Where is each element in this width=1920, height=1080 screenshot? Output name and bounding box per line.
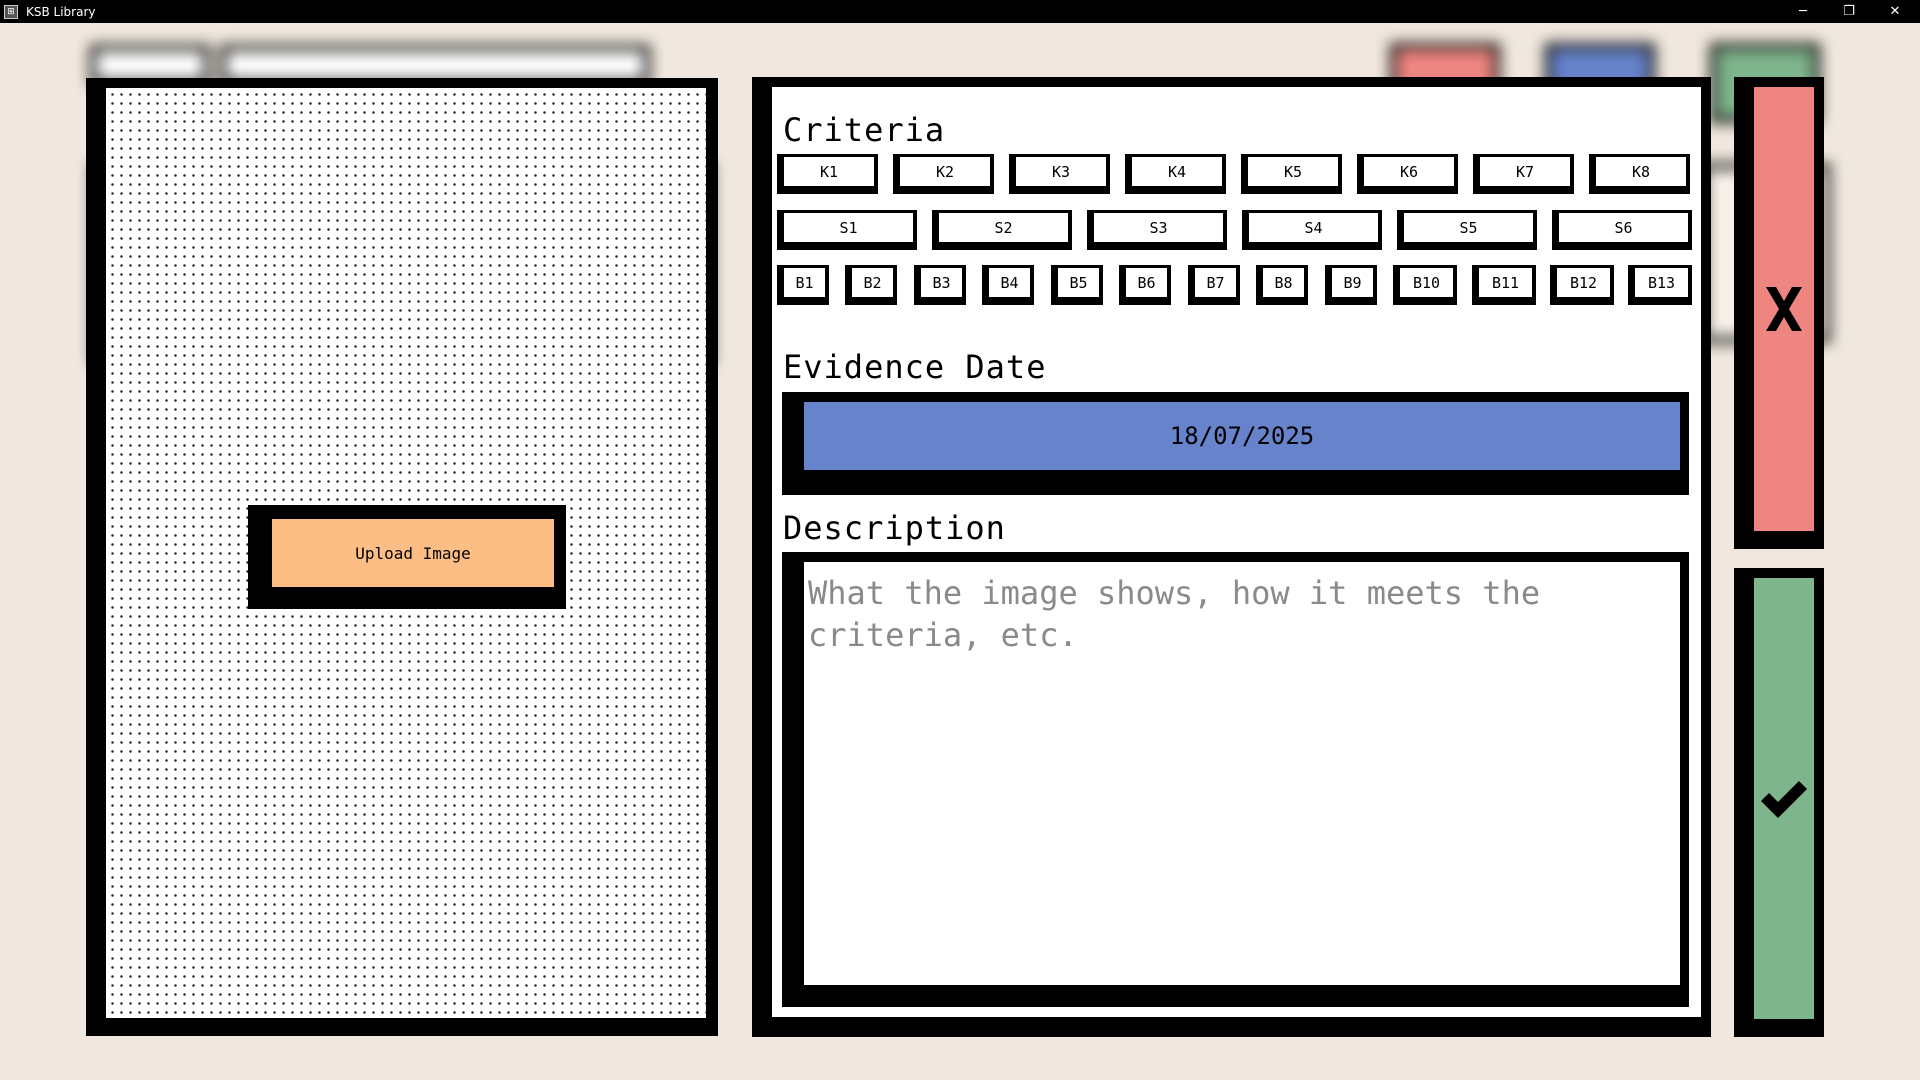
criteria-chip-b8[interactable]: B8 xyxy=(1256,265,1308,305)
criteria-chip-b12[interactable]: B12 xyxy=(1550,265,1614,305)
criteria-chip-s6[interactable]: S6 xyxy=(1552,210,1692,250)
library-app-icon: ⊞ xyxy=(4,4,18,19)
criteria-chip-b2[interactable]: B2 xyxy=(845,265,897,305)
criteria-chip-b6[interactable]: B6 xyxy=(1119,265,1171,305)
criteria-chip-s1[interactable]: S1 xyxy=(777,210,917,250)
criteria-heading: Criteria xyxy=(783,111,946,149)
criteria-chip-k3[interactable]: K3 xyxy=(1009,154,1110,194)
criteria-chip-b13[interactable]: B13 xyxy=(1628,265,1692,305)
criteria-chip-b9[interactable]: B9 xyxy=(1325,265,1377,305)
description-field-frame xyxy=(782,552,1689,1007)
evidence-date-field-frame: 18/07/2025 xyxy=(782,392,1689,495)
criteria-chip-b3[interactable]: B3 xyxy=(914,265,966,305)
criteria-chip-k5[interactable]: K5 xyxy=(1241,154,1342,194)
upload-image-button-frame: Upload Image xyxy=(248,505,566,609)
criteria-chip-s5[interactable]: S5 xyxy=(1397,210,1537,250)
criteria-chip-k4[interactable]: K4 xyxy=(1125,154,1226,194)
evidence-form: Criteria K1 K2 K3 K4 K5 K6 K7 K8 S1 S2 S… xyxy=(772,87,1701,1017)
criteria-chip-s3[interactable]: S3 xyxy=(1087,210,1227,250)
criteria-chip-k8[interactable]: K8 xyxy=(1589,154,1690,194)
evidence-date-field[interactable]: 18/07/2025 xyxy=(804,402,1680,470)
criteria-chip-s4[interactable]: S4 xyxy=(1242,210,1382,250)
cancel-button-frame xyxy=(1734,77,1824,549)
criteria-chip-b10[interactable]: B10 xyxy=(1393,265,1457,305)
criteria-chip-b11[interactable]: B11 xyxy=(1472,265,1536,305)
criteria-chip-b7[interactable]: B7 xyxy=(1188,265,1240,305)
criteria-chip-k6[interactable]: K6 xyxy=(1357,154,1458,194)
evidence-form-panel: Criteria K1 K2 K3 K4 K5 K6 K7 K8 S1 S2 S… xyxy=(752,77,1711,1037)
criteria-chip-k7[interactable]: K7 xyxy=(1473,154,1574,194)
evidence-date-heading: Evidence Date xyxy=(783,348,1047,386)
criteria-chip-k2[interactable]: K2 xyxy=(893,154,994,194)
description-heading: Description xyxy=(783,509,1006,547)
window-titlebar: ⊞ KSB Library ─ ❐ ✕ xyxy=(0,0,1920,23)
close-window-button[interactable]: ✕ xyxy=(1872,0,1918,23)
criteria-chip-b4[interactable]: B4 xyxy=(982,265,1034,305)
confirm-button-frame xyxy=(1734,568,1824,1037)
criteria-chip-s2[interactable]: S2 xyxy=(932,210,1072,250)
description-textarea[interactable] xyxy=(804,562,1680,985)
criteria-chip-b1[interactable]: B1 xyxy=(777,265,829,305)
cancel-button[interactable] xyxy=(1754,87,1814,531)
checkmark-icon xyxy=(1761,780,1807,818)
window-title: KSB Library xyxy=(26,4,96,19)
restore-button[interactable]: ❐ xyxy=(1826,0,1872,23)
close-x-icon xyxy=(1766,287,1802,331)
criteria-chip-k1[interactable]: K1 xyxy=(777,154,878,194)
criteria-chip-b5[interactable]: B5 xyxy=(1051,265,1103,305)
upload-image-button[interactable]: Upload Image xyxy=(268,515,558,591)
minimize-button[interactable]: ─ xyxy=(1780,0,1826,23)
confirm-button[interactable] xyxy=(1754,578,1814,1019)
